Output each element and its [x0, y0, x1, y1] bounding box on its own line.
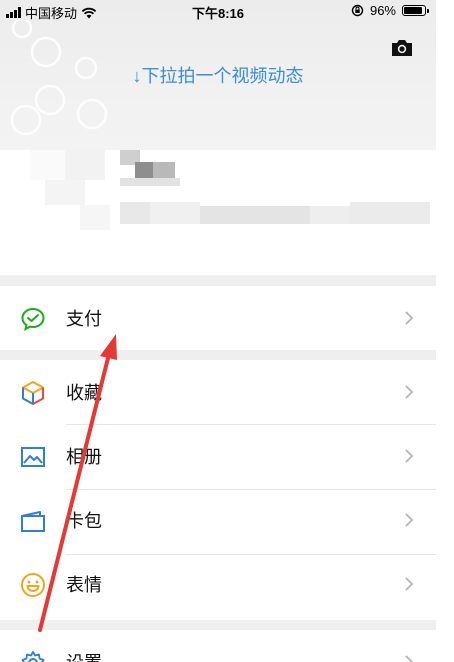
menu-item-settings[interactable]: 设置 — [0, 630, 436, 662]
chevron-right-icon — [405, 655, 414, 662]
battery-percent: 96% — [369, 3, 396, 18]
menu-item-pay[interactable]: 支付 — [0, 286, 436, 350]
orientation-lock-icon — [351, 4, 364, 17]
chevron-right-icon — [405, 311, 414, 325]
battery-icon — [402, 5, 429, 16]
smiley-icon — [21, 573, 45, 597]
chevron-right-icon — [405, 385, 414, 399]
chevron-right-icon — [405, 449, 414, 463]
gear-icon — [21, 651, 45, 662]
cube-icon — [22, 381, 44, 405]
menu-label-cards: 卡包 — [66, 511, 102, 531]
menu-label-favorites: 收藏 — [66, 383, 102, 403]
menu-item-cards[interactable]: 卡包 — [0, 488, 436, 552]
menu-label-album: 相册 — [66, 447, 102, 467]
menu-item-favorites[interactable]: 收藏 — [0, 360, 436, 424]
status-right: 96% — [351, 3, 429, 18]
picture-icon — [21, 447, 45, 467]
menu-group-settings: 设置 — [0, 630, 436, 662]
wechat-pay-icon — [21, 307, 45, 331]
pixelated-nickname — [120, 150, 180, 190]
menu-label-stickers: 表情 — [66, 575, 102, 595]
chevron-right-icon — [405, 577, 414, 591]
menu-item-stickers[interactable]: 表情 — [0, 552, 436, 616]
wallet-icon — [21, 511, 45, 532]
battery-fill — [404, 7, 423, 14]
menu-group-pay: 支付 — [0, 286, 436, 350]
right-margin — [436, 0, 454, 662]
pixelated-avatar — [30, 150, 110, 245]
camera-icon[interactable] — [390, 38, 414, 58]
chevron-right-icon — [405, 513, 414, 527]
menu-item-album[interactable]: 相册 — [0, 424, 436, 488]
pixelated-wechat-id — [120, 202, 430, 226]
status-bar: 中国移动 下午8:16 96% — [0, 0, 436, 22]
profile-card[interactable] — [0, 150, 436, 275]
phone-screen: 中国移动 下午8:16 96% ↓下拉拍一个视频动态 支付 收藏 相册 卡包 表… — [0, 0, 436, 662]
menu-group-main: 收藏 相册 卡包 表情 — [0, 360, 436, 620]
menu-label-pay: 支付 — [66, 309, 102, 329]
menu-label-settings: 设置 — [66, 649, 102, 662]
pull-down-hint[interactable]: ↓下拉拍一个视频动态 — [0, 62, 436, 88]
